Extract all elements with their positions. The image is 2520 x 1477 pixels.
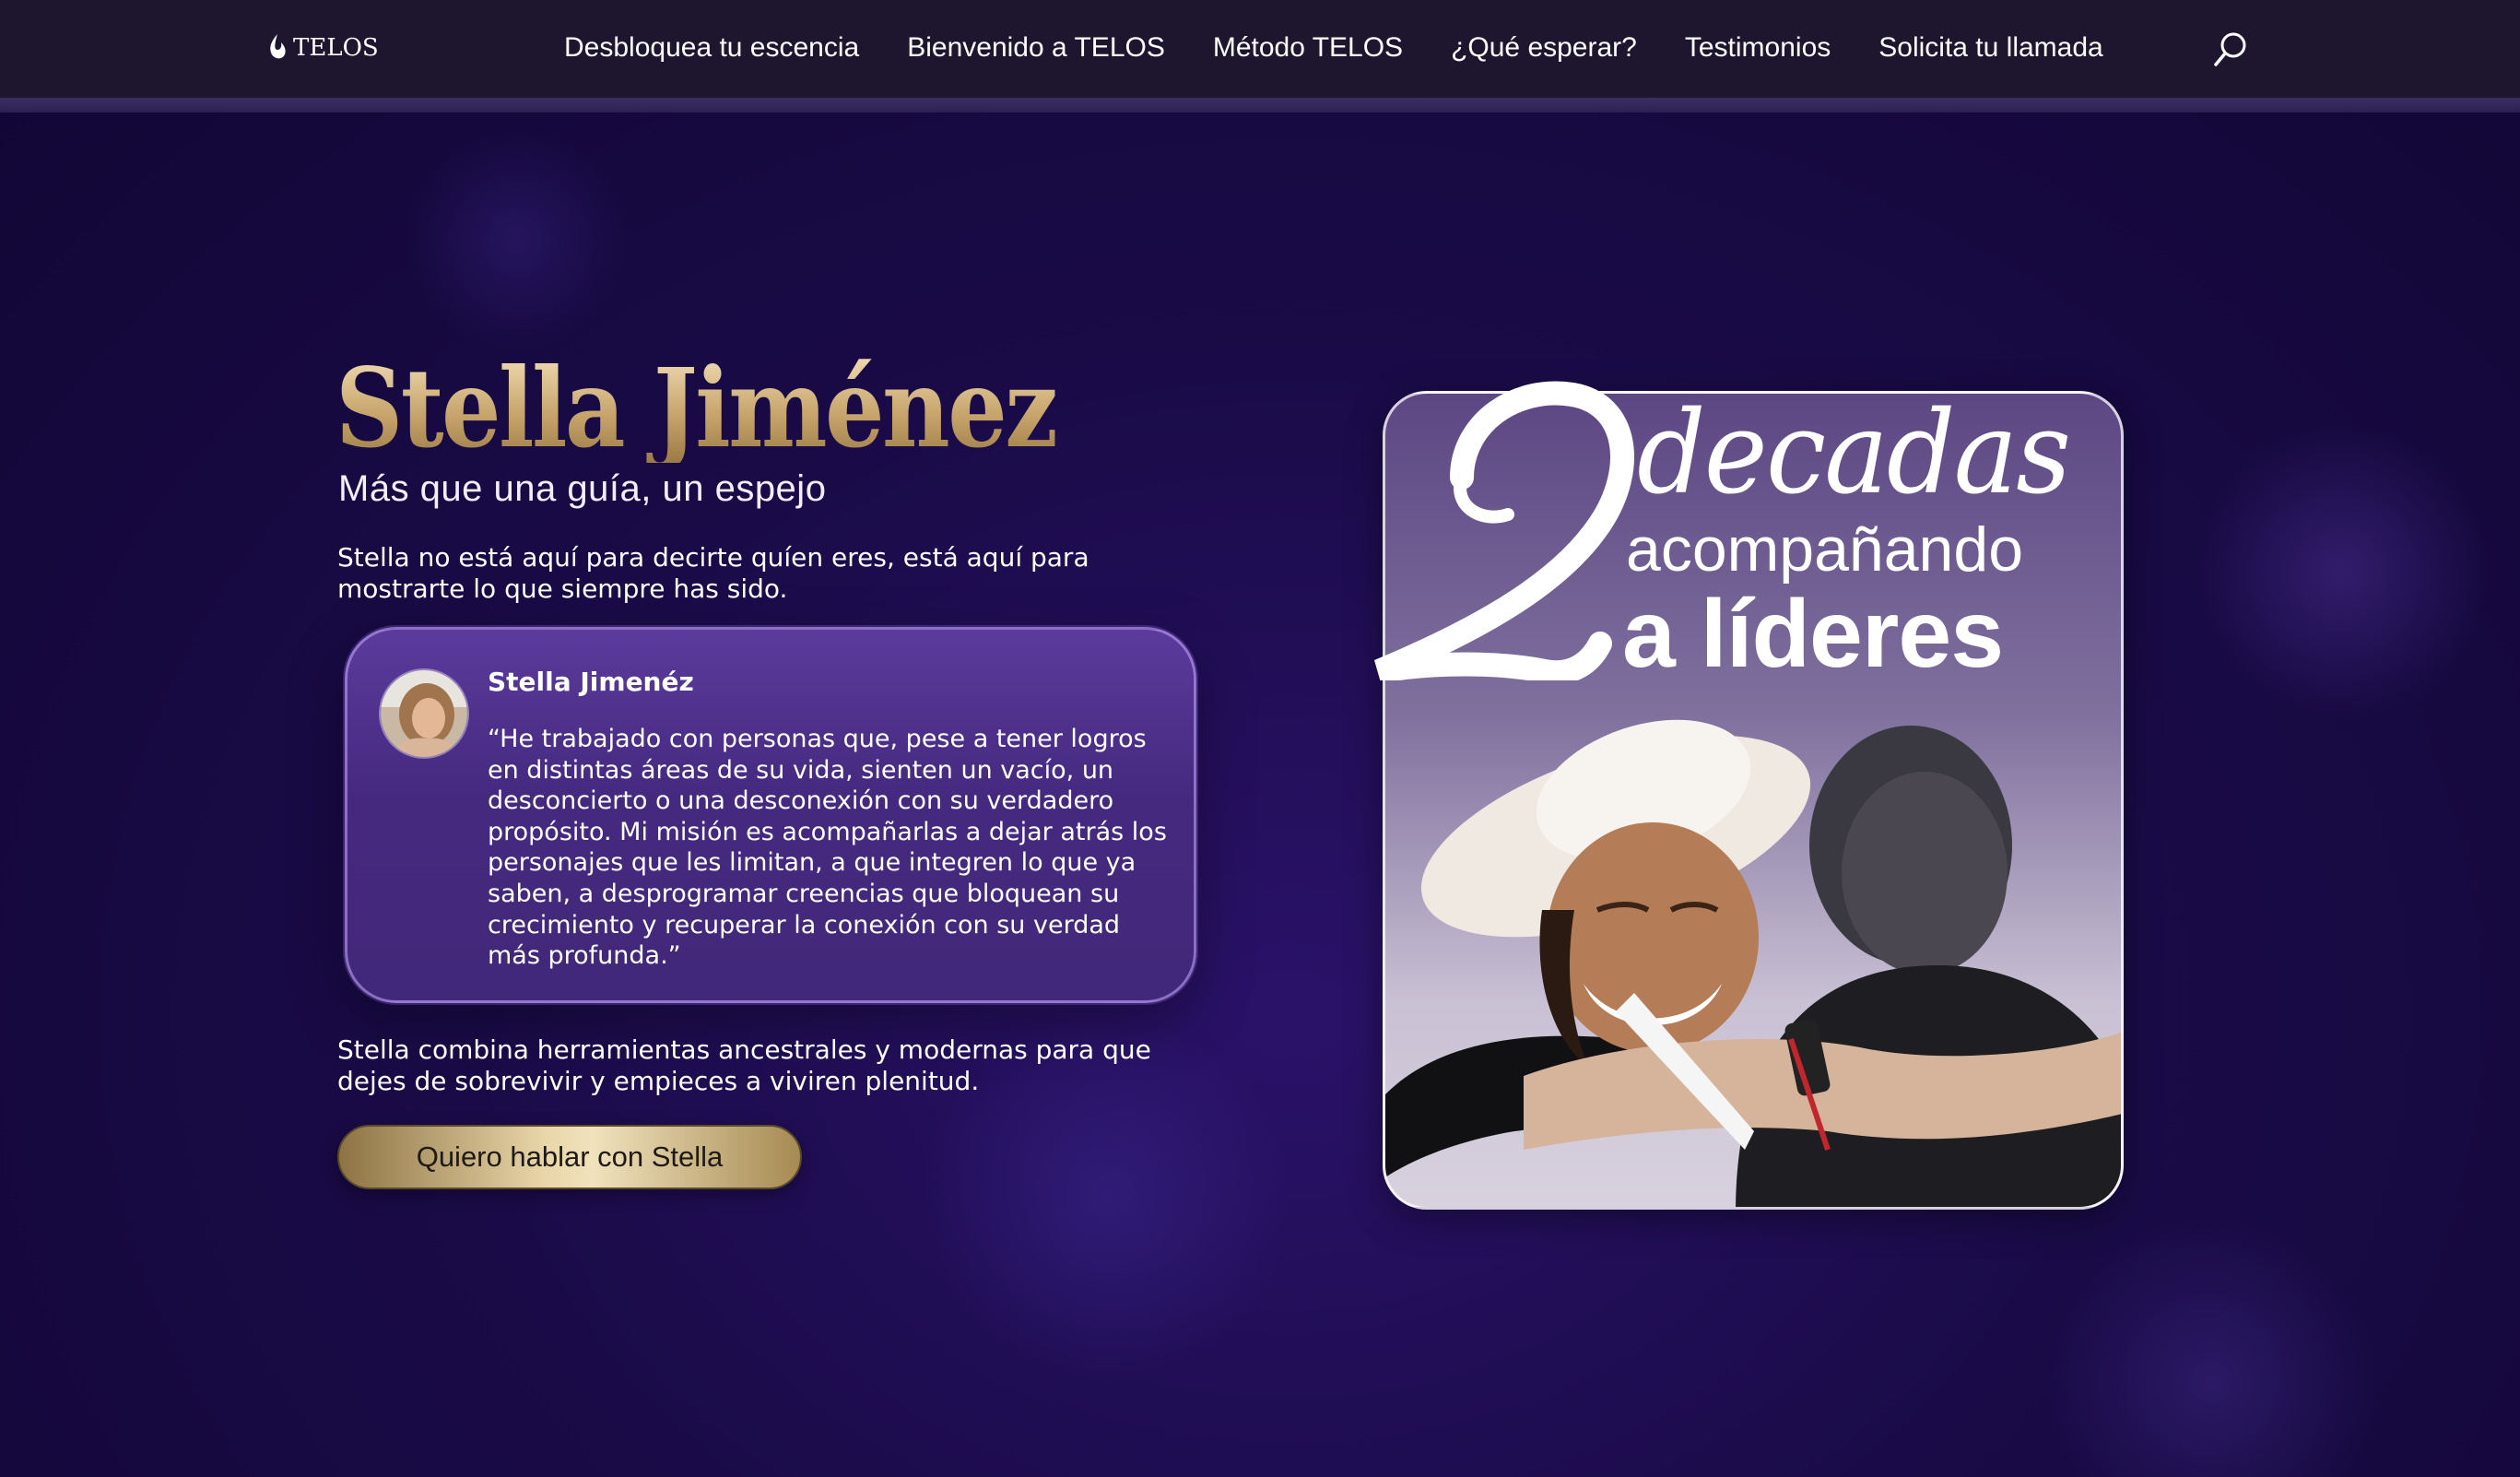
talk-to-stella-button[interactable]: Quiero hablar con Stella: [337, 1125, 802, 1189]
nav-item-desbloquea[interactable]: Desbloquea tu escencia: [564, 32, 859, 64]
nav-item-solicita-llamada[interactable]: Solicita tu llamada: [1878, 32, 2102, 64]
quote-text: “He trabajado con personas que, pese a t…: [488, 725, 1167, 971]
promo-line-decadas: decadas: [1637, 387, 2071, 520]
nav-item-bienvenido[interactable]: Bienvenido a TELOS: [907, 32, 1165, 64]
avatar-portrait-icon: [381, 670, 467, 757]
promo-number-2: [1373, 381, 1634, 680]
hero-closing-text: Stella combina herramientas ancestrales …: [337, 1034, 1151, 1096]
page-title: Stella Jiménez: [336, 344, 1058, 472]
promo-line-acompanando: acompañando: [1626, 514, 2024, 585]
nav-item-testimonios[interactable]: Testimonios: [1685, 32, 1831, 64]
quote-card: Stella Jimenéz “He trabajado con persona…: [345, 627, 1196, 1003]
avatar: [379, 668, 469, 759]
search-icon[interactable]: [2210, 30, 2251, 70]
nav-divider-strip: [0, 98, 2520, 112]
promo-line-lideres: a líderes: [1622, 581, 2004, 688]
nav-item-metodo[interactable]: Método TELOS: [1213, 32, 1403, 64]
flame-logo-icon: [270, 34, 286, 59]
hero-intro-text: Stella no está aquí para decirte quíen e…: [337, 542, 1089, 604]
top-navbar: TELOS Desbloquea tu escencia Bienvenido …: [0, 0, 2520, 98]
logo-text: TELOS: [293, 34, 379, 62]
main-nav: Desbloquea tu escencia Bienvenido a TELO…: [564, 28, 2103, 68]
hero-subtitle: Más que una guía, un espejo: [338, 468, 827, 509]
telos-logo[interactable]: TELOS: [265, 30, 379, 66]
quote-author-name: Stella Jimenéz: [488, 667, 694, 697]
nav-item-que-esperar[interactable]: ¿Qué esperar?: [1451, 32, 1637, 64]
